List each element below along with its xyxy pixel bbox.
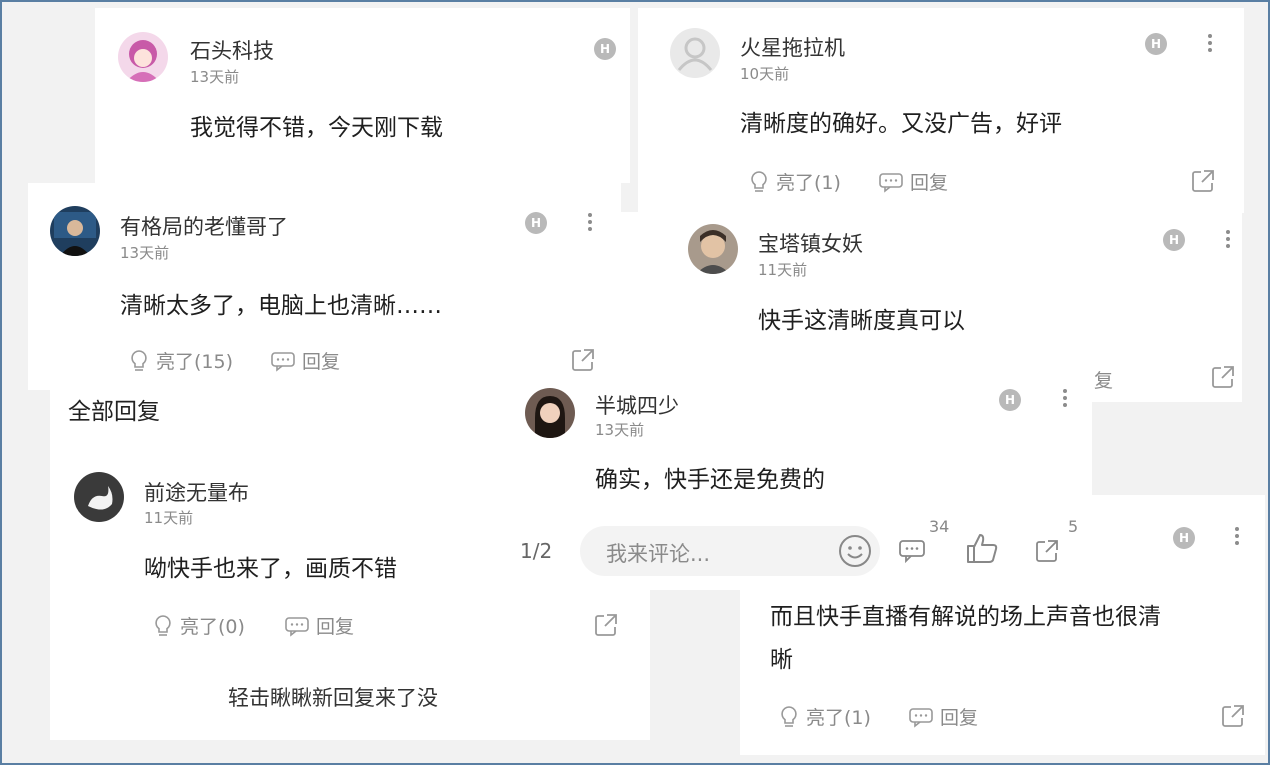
more-options-icon[interactable]	[587, 213, 593, 235]
comment-text: 我觉得不错，今天刚下载	[190, 115, 443, 141]
lightbulb-icon	[131, 349, 147, 371]
post-time: 11天前	[144, 509, 194, 527]
reply-label: 回复	[302, 351, 341, 373]
username[interactable]: 石头科技	[190, 35, 274, 65]
comment-bubble-icon[interactable]	[898, 538, 926, 564]
comment-input[interactable]: 我来评论...	[580, 526, 880, 576]
avatar[interactable]	[50, 206, 100, 256]
username[interactable]: 有格局的老懂哥了	[120, 211, 288, 241]
post-time: 10天前	[740, 65, 790, 83]
thumbs-up-icon[interactable]	[964, 530, 1000, 566]
lightbulb-icon	[781, 705, 797, 727]
comment-text: 清晰度的确好。又没广告，好评	[740, 111, 1062, 137]
comment-text: 呦快手也来了，画质不错	[144, 556, 397, 582]
h-badge-icon: H	[1173, 527, 1195, 549]
share-icon[interactable]	[1190, 168, 1216, 194]
more-options-icon[interactable]	[1225, 230, 1231, 252]
share-icon[interactable]	[1034, 538, 1060, 564]
avatar[interactable]	[118, 32, 168, 82]
post-time: 13天前	[595, 421, 645, 439]
h-badge-icon: H	[999, 389, 1021, 411]
avatar[interactable]	[74, 472, 124, 522]
page-indicator: 1/2	[520, 539, 553, 563]
more-options-icon[interactable]	[1234, 527, 1240, 549]
like-button[interactable]: 亮了(1)	[778, 703, 871, 730]
reply-label: 回复	[940, 707, 979, 729]
like-button[interactable]: 亮了(1)	[748, 168, 841, 195]
share-icon[interactable]	[1210, 364, 1236, 390]
avatar[interactable]	[670, 28, 720, 78]
like-button[interactable]: 亮了(15)	[128, 347, 233, 374]
reply-bubble-icon	[879, 172, 903, 193]
all-replies-heading: 全部回复	[68, 399, 160, 425]
comment-text: 清晰太多了，电脑上也清晰……	[120, 293, 442, 319]
reply-button[interactable]: 回复	[284, 612, 354, 639]
comment-placeholder: 我来评论...	[606, 542, 711, 566]
post-time: 13天前	[190, 68, 240, 86]
username[interactable]: 前途无量布	[144, 477, 249, 507]
lightbulb-icon	[751, 170, 767, 192]
username[interactable]: 火星拖拉机	[740, 32, 845, 62]
share-icon[interactable]	[593, 612, 619, 638]
comment-text: 快手这清晰度真可以	[758, 308, 965, 334]
username[interactable]: 宝塔镇女妖	[758, 228, 863, 258]
more-options-icon[interactable]	[1062, 389, 1068, 411]
post-time: 13天前	[120, 244, 170, 262]
avatar[interactable]	[525, 388, 575, 438]
h-badge-icon: H	[594, 38, 616, 60]
post-time: 11天前	[758, 261, 808, 279]
reply-bubble-icon	[271, 351, 295, 372]
comment-card-shitou: 石头科技 13天前 H 我觉得不错，今天刚下载	[95, 8, 630, 183]
reply-label: 回复	[910, 172, 949, 194]
comment-text-line1: 而且快手直播有解说的场上声音也很清	[770, 604, 1161, 630]
comment-text: 确实，快手还是免费的	[595, 467, 825, 493]
comment-count: 34	[929, 517, 950, 536]
reply-button[interactable]: 回复	[270, 347, 340, 374]
share-count: 5	[1068, 517, 1079, 536]
reply-button[interactable]: 回复	[878, 168, 948, 195]
h-badge-icon: H	[525, 212, 547, 234]
reply-bubble-icon	[909, 707, 933, 728]
h-badge-icon: H	[1145, 33, 1167, 55]
like-count-label: 亮了(15)	[156, 351, 234, 373]
like-count-label: 亮了(1)	[806, 707, 871, 729]
reply-bubble-icon	[285, 616, 309, 637]
h-badge-icon: H	[1163, 229, 1185, 251]
share-icon[interactable]	[570, 347, 596, 373]
avatar[interactable]	[688, 224, 738, 274]
emoji-icon[interactable]	[838, 534, 872, 568]
reply-button[interactable]: 回复	[908, 703, 978, 730]
lightbulb-icon	[155, 614, 171, 636]
like-count-label: 亮了(1)	[776, 172, 841, 194]
like-button[interactable]: 亮了(0)	[152, 612, 245, 639]
comment-text-line2: 晰	[770, 647, 793, 673]
share-icon[interactable]	[1220, 703, 1246, 729]
reply-label: 回复	[316, 616, 355, 638]
more-options-icon[interactable]	[1207, 34, 1213, 56]
username[interactable]: 半城四少	[595, 390, 679, 420]
comment-card-youge: 有格局的老懂哥了 13天前 H 清晰太多了，电脑上也清晰…… 亮了(15) 回复	[28, 183, 621, 390]
comment-card-huoxing: 火星拖拉机 10天前 H 清晰度的确好。又没广告，好评 亮了(1) 回复	[638, 8, 1244, 213]
tap-new-replies-link[interactable]: 轻击瞅瞅新回复来了没	[228, 682, 438, 712]
reply-label-partial[interactable]: 复	[1094, 366, 1113, 393]
like-count-label: 亮了(0)	[180, 616, 245, 638]
